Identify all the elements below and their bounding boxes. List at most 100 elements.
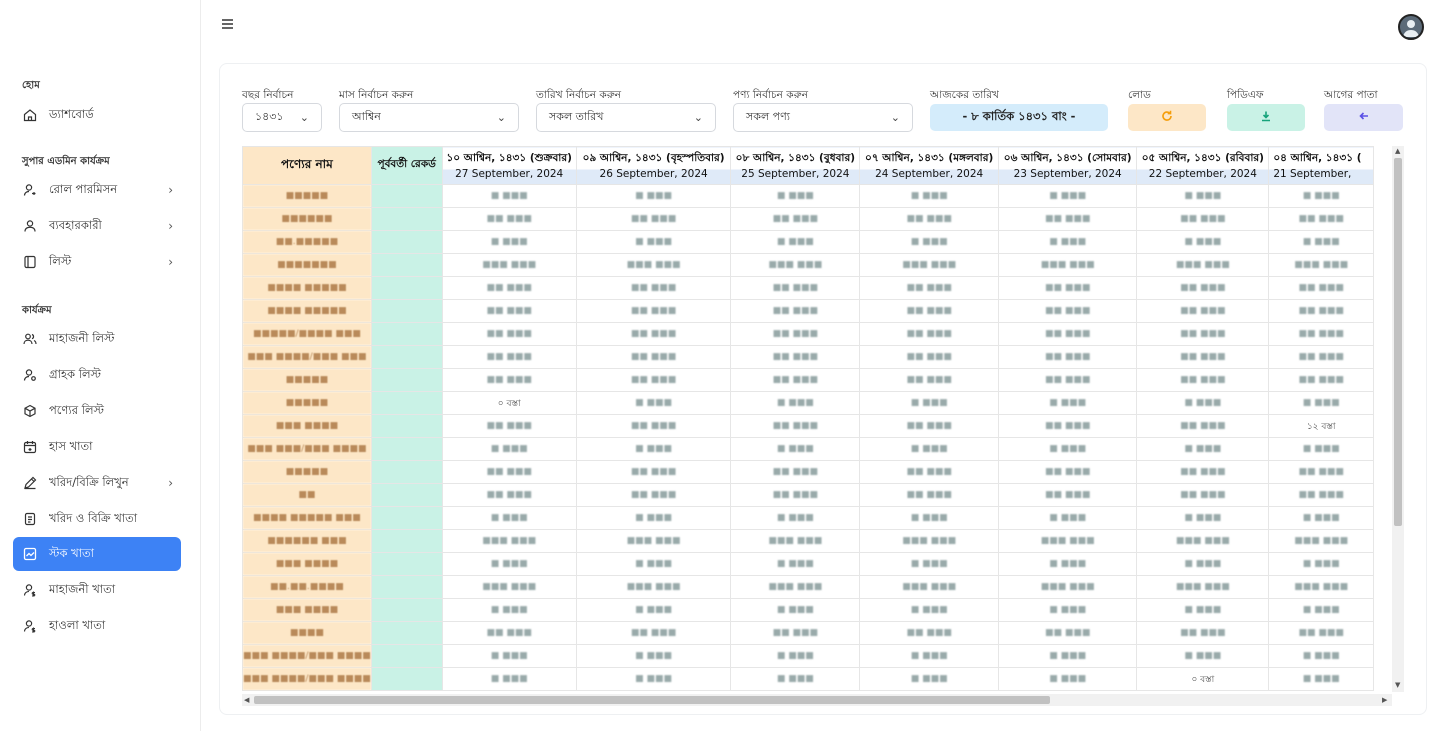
stock-value-cell: ■ ■■■	[441, 598, 577, 622]
stock-value-cell: ১২ বস্তা	[1268, 414, 1374, 438]
stock-value-cell: ■ ■■■	[441, 506, 577, 530]
sidebar-item-product-list[interactable]: পণ্যের লিস্ট	[13, 394, 181, 428]
chevron-right-icon: ›	[168, 255, 173, 269]
previous-record-cell	[370, 506, 443, 530]
stock-value-cell: ■■ ■■■	[1136, 345, 1270, 369]
sidebar-item-label: রোল পারমিসন	[49, 181, 118, 196]
scroll-up-arrow-icon[interactable]: ▲	[1395, 147, 1400, 155]
horizontal-scroll-thumb[interactable]	[254, 696, 1050, 704]
stock-value-cell: ■■ ■■■	[997, 621, 1138, 645]
sidebar-item-list[interactable]: লিস্ট ›	[13, 245, 181, 279]
product-name-cell: ■■■ ■■■■/■■■ ■■■■	[242, 667, 372, 691]
previous-record-cell	[370, 460, 443, 484]
horizontal-scrollbar[interactable]: ◀ ▶	[242, 694, 1392, 706]
stock-value-cell: ■■ ■■■	[575, 345, 732, 369]
stock-value-cell: ■ ■■■	[575, 230, 732, 254]
year-select[interactable]: ১৪৩১ ⌄	[242, 103, 322, 132]
stock-value-cell: ■ ■■■	[1268, 552, 1374, 576]
table-row: ■■■■■ ০ বস্তা ■ ■■■ ■ ■■■ ■ ■■■ ■ ■■■ ■ ■■■ ■ ■…	[242, 391, 1374, 415]
vertical-scrollbar[interactable]: ▲ ▼	[1392, 146, 1404, 692]
stock-value-cell: ■■ ■■■	[1268, 621, 1374, 645]
stock-value-cell: ■■ ■■■	[1136, 299, 1270, 323]
stock-value-cell: ■ ■■■	[1136, 644, 1270, 668]
pen-icon	[21, 474, 39, 492]
sidebar-item-users[interactable]: ব্যবহারকারী ›	[13, 209, 181, 243]
col-header-date: ০৭ আশ্বিন, ১৪৩১ (মঙ্গলবার) 24 September, …	[859, 146, 999, 185]
sidebar-item-dashboard[interactable]: ড্যাশবোর্ড	[13, 98, 181, 132]
load-button[interactable]	[1128, 104, 1206, 131]
product-name-cell: ■■■■ ■■■■■	[242, 299, 372, 323]
sidebar-item-role-permission[interactable]: রোল পারমিসন ›	[13, 173, 181, 207]
previous-record-cell	[370, 322, 443, 346]
document-icon	[21, 510, 39, 528]
stock-value-cell: ■■ ■■■	[441, 621, 577, 645]
today-date-display: - ৮ কার্তিক ১৪৩১ বাং -	[930, 104, 1108, 131]
user-avatar[interactable]	[1398, 14, 1424, 40]
stock-value-cell: ■■■ ■■■	[441, 529, 577, 553]
sidebar-item-label: পণ্যের লিস্ট	[49, 402, 104, 417]
stock-value-cell: ■ ■■■	[1268, 391, 1374, 415]
stock-value-cell: ■■ ■■■	[441, 276, 577, 300]
table-row: ■■■ ■■■/■■■ ■■■■ ■ ■■■ ■ ■■■ ■ ■■■ ■ ■■■ ■ ■■…	[242, 437, 1374, 461]
scroll-left-arrow-icon[interactable]: ◀	[244, 696, 249, 704]
stock-value-cell: ■■ ■■■	[730, 460, 861, 484]
chart-box-icon	[21, 545, 39, 563]
col-header-date: ০৪ আশ্বিন, ১৪৩১ (21 September,	[1268, 146, 1374, 185]
stock-value-cell: ■■■ ■■■	[859, 529, 999, 553]
stock-table: পণ্যের নাম পূর্ববর্তী রেকর্ড ১০ আশ্বিন, …	[242, 146, 1374, 691]
table-row: ■■■ ■■■■ ■ ■■■ ■ ■■■ ■ ■■■ ■ ■■■ ■ ■■■ ■ ■■■ ■ …	[242, 552, 1374, 576]
product-value: সকল পণ্য	[746, 110, 790, 123]
sidebar-item-label: মাহাজনী লিস্ট	[49, 330, 115, 345]
sidebar-item-label: ড্যাশবোর্ড	[49, 106, 94, 121]
vertical-scroll-thumb[interactable]	[1394, 158, 1402, 526]
stock-value-cell: ■ ■■■	[1268, 184, 1374, 208]
stock-value-cell: ■■ ■■■	[575, 621, 732, 645]
previous-record-cell	[370, 345, 443, 369]
stock-value-cell: ■■ ■■■	[1268, 276, 1374, 300]
product-name-cell: ■■■ ■■■■	[242, 414, 372, 438]
stock-value-cell: ■■ ■■■	[859, 299, 999, 323]
stock-value-cell: ■■■ ■■■	[730, 529, 861, 553]
table-row: ■■■■■■ ■■■ ■■■ ■■■ ■■■ ■■■ ■■■ ■■■ ■■■ ■■■ ■■…	[242, 529, 1374, 553]
sidebar-item-stock-ledger[interactable]: স্টক খাতা	[13, 537, 181, 571]
stock-table-container[interactable]: পণ্যের নাম পূর্ববর্তী রেকর্ড ১০ আশ্বিন, …	[242, 146, 1374, 692]
previous-record-cell	[370, 207, 443, 231]
stock-value-cell: ■■ ■■■	[730, 322, 861, 346]
chevron-down-icon: ⌄	[496, 111, 506, 124]
stock-value-cell: ■ ■■■	[997, 506, 1138, 530]
stock-value-cell: ■■ ■■■	[441, 414, 577, 438]
previous-record-cell	[370, 391, 443, 415]
month-select[interactable]: আশ্বিন ⌄	[339, 103, 519, 132]
sidebar-item-purchase-sale-entry[interactable]: খরিদ/বিক্রি লিখুন ›	[13, 466, 181, 500]
previous-record-cell	[370, 667, 443, 691]
sidebar-item-mahajan-list[interactable]: মাহাজনী লিস্ট	[13, 322, 181, 356]
stock-value-cell: ■ ■■■	[730, 667, 861, 691]
sidebar-item-hawla-ledger[interactable]: হাওলা খাতা	[13, 609, 181, 643]
menu-toggle-icon[interactable]	[219, 15, 237, 33]
stock-value-cell: ■ ■■■	[997, 598, 1138, 622]
stock-value-cell: ■ ■■■	[859, 506, 999, 530]
users-icon	[21, 330, 39, 348]
prev-page-label: আগের পাতা	[1324, 89, 1378, 101]
scroll-right-arrow-icon[interactable]: ▶	[1382, 696, 1387, 704]
stock-value-cell: ■■ ■■■	[859, 207, 999, 231]
product-select[interactable]: সকল পণ্য ⌄	[733, 103, 913, 132]
sidebar-item-mahajan-ledger[interactable]: মাহাজনী খাতা	[13, 573, 181, 607]
stock-value-cell: ■■ ■■■	[441, 483, 577, 507]
stock-value-cell: ■■ ■■■	[1136, 414, 1270, 438]
scroll-down-arrow-icon[interactable]: ▼	[1395, 681, 1400, 689]
table-row: ■■■ ■■■■/■■■ ■■■ ■■ ■■■ ■■ ■■■ ■■ ■■■ ■■ ■■■…	[242, 345, 1374, 369]
sidebar-item-duck-ledger[interactable]: হাস খাতা	[13, 430, 181, 464]
stock-value-cell: ■■ ■■■	[441, 322, 577, 346]
sidebar-item-customer-list[interactable]: গ্রাহক লিস্ট	[13, 358, 181, 392]
sidebar-item-purchase-sale-ledger[interactable]: খরিদ ও বিক্রি খাতা	[13, 502, 181, 536]
product-name-cell: ■■■ ■■■■	[242, 598, 372, 622]
pdf-button[interactable]	[1227, 104, 1305, 131]
date-select[interactable]: সকল তারিখ ⌄	[536, 103, 716, 132]
table-row: ■■■■ ■■■■■ ■■ ■■■ ■■ ■■■ ■■ ■■■ ■■ ■■■ ■■ ■■■…	[242, 276, 1374, 300]
stock-value-cell: ■■■ ■■■	[997, 529, 1138, 553]
user-dollar-icon	[21, 617, 39, 635]
stock-value-cell: ■ ■■■	[730, 552, 861, 576]
calendar-icon	[21, 438, 39, 456]
prev-page-button[interactable]	[1324, 104, 1403, 131]
